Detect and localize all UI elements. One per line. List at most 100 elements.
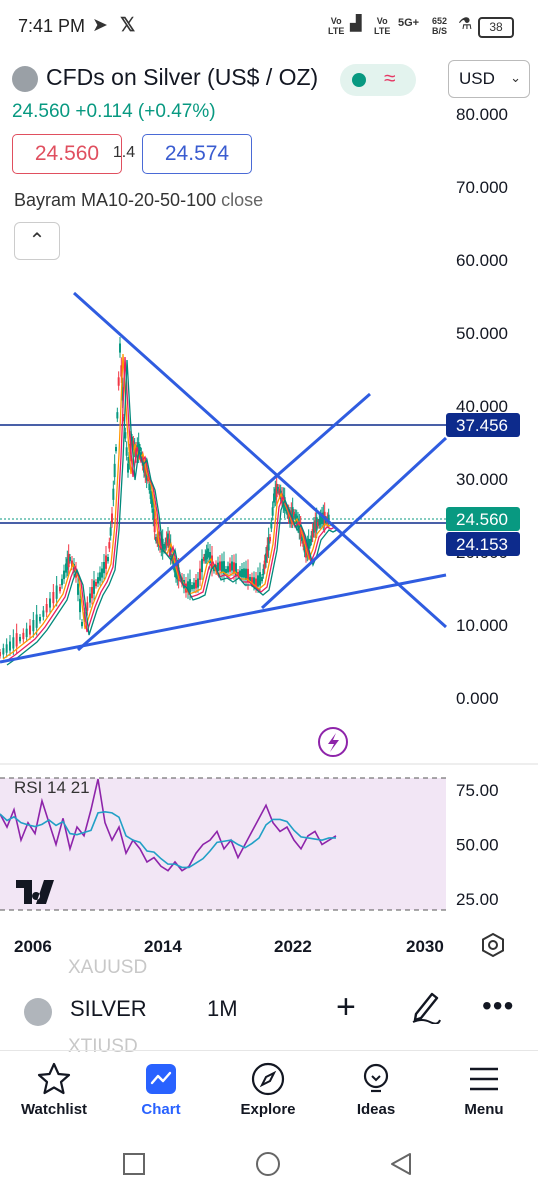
indicator-legend[interactable]: Bayram MA10-20-50-100 close [14, 190, 263, 211]
candle-body [197, 578, 199, 588]
home-icon[interactable] [256, 1152, 280, 1176]
nav-label: Explore [240, 1101, 296, 1118]
candle-body [97, 577, 99, 584]
star-icon [37, 1062, 71, 1095]
instrument-title[interactable]: CFDs on Silver (US$ / OZ) [46, 64, 318, 91]
market-status-toggle[interactable]: ≈ [340, 64, 416, 96]
rsi-legend[interactable]: RSI 14 21 [14, 778, 90, 798]
rsi-axis: 75.00 50.00 25.00 [456, 781, 499, 909]
interval-button[interactable]: 1M [207, 996, 238, 1022]
time-tick: 2014 [144, 937, 182, 956]
candle-body [189, 579, 191, 593]
candle-body [271, 507, 274, 516]
more-options-icon[interactable]: ••• [482, 990, 514, 1022]
bottom-nav: Watchlist Chart Explore Ideas Menu [0, 1050, 538, 1131]
settings-icon[interactable] [480, 932, 506, 958]
candle-body [69, 557, 71, 562]
candle-body [193, 582, 195, 589]
candle-body [117, 377, 120, 386]
candle-body [152, 508, 155, 520]
candle-body [95, 582, 97, 587]
candle-body [59, 587, 61, 592]
candle-body [25, 628, 28, 638]
candle-body [227, 566, 229, 573]
candle-body [148, 483, 151, 491]
silver-logo-icon [12, 66, 38, 92]
rsi-tick: 25.00 [456, 890, 499, 909]
candle-body [55, 585, 58, 599]
candle-body [103, 562, 105, 574]
candle-body [99, 572, 101, 581]
candle-body [35, 614, 38, 628]
nav-watchlist[interactable]: Watchlist [4, 1061, 104, 1118]
price-tag-text: 37.456 [456, 416, 508, 435]
candle-body [77, 583, 79, 595]
collapse-legend-button[interactable]: ⌃ [14, 222, 60, 260]
candle-body [225, 569, 227, 574]
time-axis[interactable]: 2006 2014 2022 2030 [14, 937, 444, 956]
network-type: 5G+ [398, 17, 420, 29]
trendline-support[interactable] [0, 573, 447, 664]
price-tick: 10.000 [456, 616, 508, 635]
battery-icon: 38 [478, 17, 514, 38]
candle-body [119, 343, 121, 353]
candle-body [149, 490, 152, 500]
candle-body [63, 570, 65, 580]
symbol-button[interactable]: SILVER [70, 996, 147, 1022]
candle-body [259, 572, 261, 586]
nav-ideas[interactable]: Ideas [326, 1061, 426, 1118]
recent-apps-icon[interactable] [123, 1153, 145, 1175]
candle-body [231, 561, 233, 571]
price-tick: 0.000 [456, 689, 499, 708]
candle-body [93, 580, 95, 594]
candle-body [109, 527, 112, 536]
price-axis[interactable]: 80.00070.00060.00050.00040.00030.00020.0… [456, 105, 508, 708]
nav-label: Chart [141, 1101, 181, 1118]
price-quote: 24.560 +0.114 (+0.47%) [12, 101, 216, 123]
candle-body [101, 568, 103, 578]
candle-body [219, 561, 221, 571]
price-change: +0.114 [75, 101, 133, 122]
currency-select[interactable]: USD ⌄ [448, 60, 530, 98]
candle-body [221, 561, 223, 573]
candle-body [269, 537, 271, 542]
volte-indicator: Vo LTE [328, 16, 345, 36]
price-chart[interactable]: 80.00070.00060.00050.00040.00030.00020.0… [0, 100, 538, 980]
ghost-symbol-top: XAUUSD [68, 957, 148, 978]
nav-menu[interactable]: Menu [434, 1061, 534, 1118]
symbol-logo-icon [24, 998, 52, 1026]
system-nav [123, 1152, 411, 1176]
candle-body [91, 587, 93, 599]
candle-body [81, 622, 83, 627]
candle-body [125, 447, 128, 456]
candle-body [112, 488, 115, 500]
chart-icon [146, 1064, 176, 1094]
candle-body [22, 632, 25, 640]
candle-body [52, 592, 55, 604]
candle-body [61, 578, 63, 586]
add-indicator-icon[interactable]: + [336, 988, 356, 1027]
back-icon[interactable] [391, 1153, 411, 1175]
buy-price-button[interactable]: 24.574 [142, 134, 252, 174]
candle-body [105, 555, 107, 569]
nav-chart[interactable]: Chart [111, 1061, 211, 1118]
drawing-tool-icon[interactable] [410, 990, 442, 1024]
tradingview-logo-icon [16, 878, 64, 914]
candle-body [229, 563, 231, 572]
candle-body [42, 610, 45, 617]
lightning-bolt-icon [328, 733, 339, 752]
x-icon: 𝕏 [120, 15, 136, 36]
candle-body [2, 648, 5, 655]
compass-icon [251, 1062, 285, 1096]
nav-explore[interactable]: Explore [218, 1061, 318, 1118]
volte-indicator-2: Vo LTE [374, 16, 391, 36]
candle-body [261, 577, 263, 582]
candle-body [191, 585, 193, 590]
price-tick: 50.000 [456, 324, 508, 343]
candle-body [107, 557, 109, 562]
candle-body [113, 463, 116, 478]
candle-body [201, 558, 203, 573]
status-time: 7:41 PM [18, 16, 86, 36]
candle-body [19, 637, 21, 642]
nav-label: Menu [464, 1101, 504, 1118]
